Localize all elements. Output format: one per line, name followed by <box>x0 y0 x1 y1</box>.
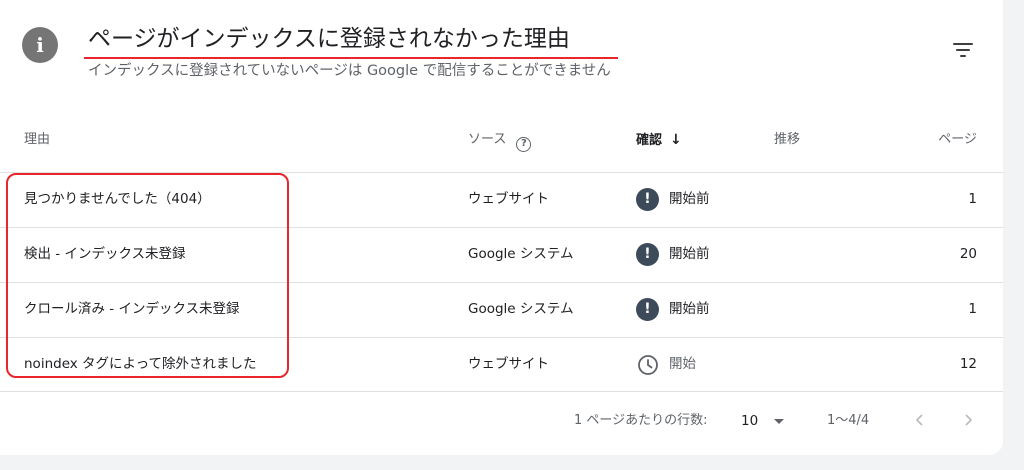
page-title: ページがインデックスに登録されなかった理由 <box>88 26 570 52</box>
rows-per-page-select[interactable]: 10 <box>741 411 785 431</box>
info-icon: i <box>22 27 58 63</box>
row-pages: 1 <box>968 301 977 317</box>
column-header-pages[interactable]: ページ <box>938 131 977 149</box>
chevron-down-icon <box>774 418 785 424</box>
row-pages: 12 <box>959 356 977 372</box>
table-row[interactable]: クロール済み - インデックス未登録 Google システム ! 開始前 1 <box>0 282 1003 337</box>
table-row[interactable]: noindex タグによって除外されました ウェブサイト 開始 12 <box>0 337 1003 392</box>
row-status: 開始 <box>636 337 696 392</box>
clock-icon <box>636 353 659 376</box>
pagination-range: 1〜4/4 <box>827 413 870 428</box>
row-source: Google システム <box>468 301 574 317</box>
rows-per-page-value: 10 <box>741 413 759 429</box>
exclamation-icon: ! <box>636 188 659 211</box>
row-source: ウェブサイト <box>468 356 549 372</box>
row-source: ウェブサイト <box>468 191 549 207</box>
table-row[interactable]: 見つかりませんでした（404） ウェブサイト ! 開始前 1 <box>0 172 1003 227</box>
column-header-trend[interactable]: 推移 <box>774 131 800 149</box>
exclamation-icon: ! <box>636 243 659 266</box>
column-header-source[interactable]: ソース? <box>468 131 532 152</box>
sort-arrow-down-icon: ↓ <box>670 132 682 148</box>
row-divider <box>0 391 1003 392</box>
row-pages: 20 <box>959 246 977 262</box>
row-pages: 1 <box>968 191 977 207</box>
row-status: ! 開始前 <box>636 282 710 337</box>
row-reason: noindex タグによって除外されました <box>24 356 257 372</box>
row-status-label: 開始 <box>669 356 696 372</box>
previous-page-button[interactable] <box>908 408 932 432</box>
row-status-label: 開始前 <box>669 301 710 317</box>
exclamation-icon: ! <box>636 298 659 321</box>
page-subtitle: インデックスに登録されていないページは Google で配信することができません <box>88 63 611 79</box>
column-header-validation-label: 確認 <box>636 133 663 148</box>
table-row[interactable]: 検出 - インデックス未登録 Google システム ! 開始前 20 <box>0 227 1003 282</box>
not-indexed-reasons-card: i ページがインデックスに登録されなかった理由 インデックスに登録されていないペ… <box>0 0 1003 455</box>
filter-icon[interactable] <box>951 38 975 62</box>
help-icon[interactable]: ? <box>516 136 532 152</box>
next-page-button[interactable] <box>956 408 980 432</box>
column-header-validation[interactable]: 確認 ↓ <box>636 131 682 150</box>
row-reason: クロール済み - インデックス未登録 <box>24 301 240 317</box>
row-reason: 見つかりませんでした（404） <box>24 191 211 207</box>
row-reason: 検出 - インデックス未登録 <box>24 246 186 262</box>
row-status-label: 開始前 <box>669 246 710 262</box>
row-source: Google システム <box>468 246 574 262</box>
chevron-right-icon <box>965 414 973 426</box>
title-annotation-underline <box>84 57 618 59</box>
row-status-label: 開始前 <box>669 191 710 207</box>
chevron-left-icon <box>915 414 923 426</box>
rows-per-page-label: 1 ページあたりの行数: <box>574 413 708 428</box>
column-header-source-label: ソース <box>468 132 507 147</box>
row-status: ! 開始前 <box>636 227 710 282</box>
row-status: ! 開始前 <box>636 172 710 227</box>
column-header-reason[interactable]: 理由 <box>24 131 50 149</box>
